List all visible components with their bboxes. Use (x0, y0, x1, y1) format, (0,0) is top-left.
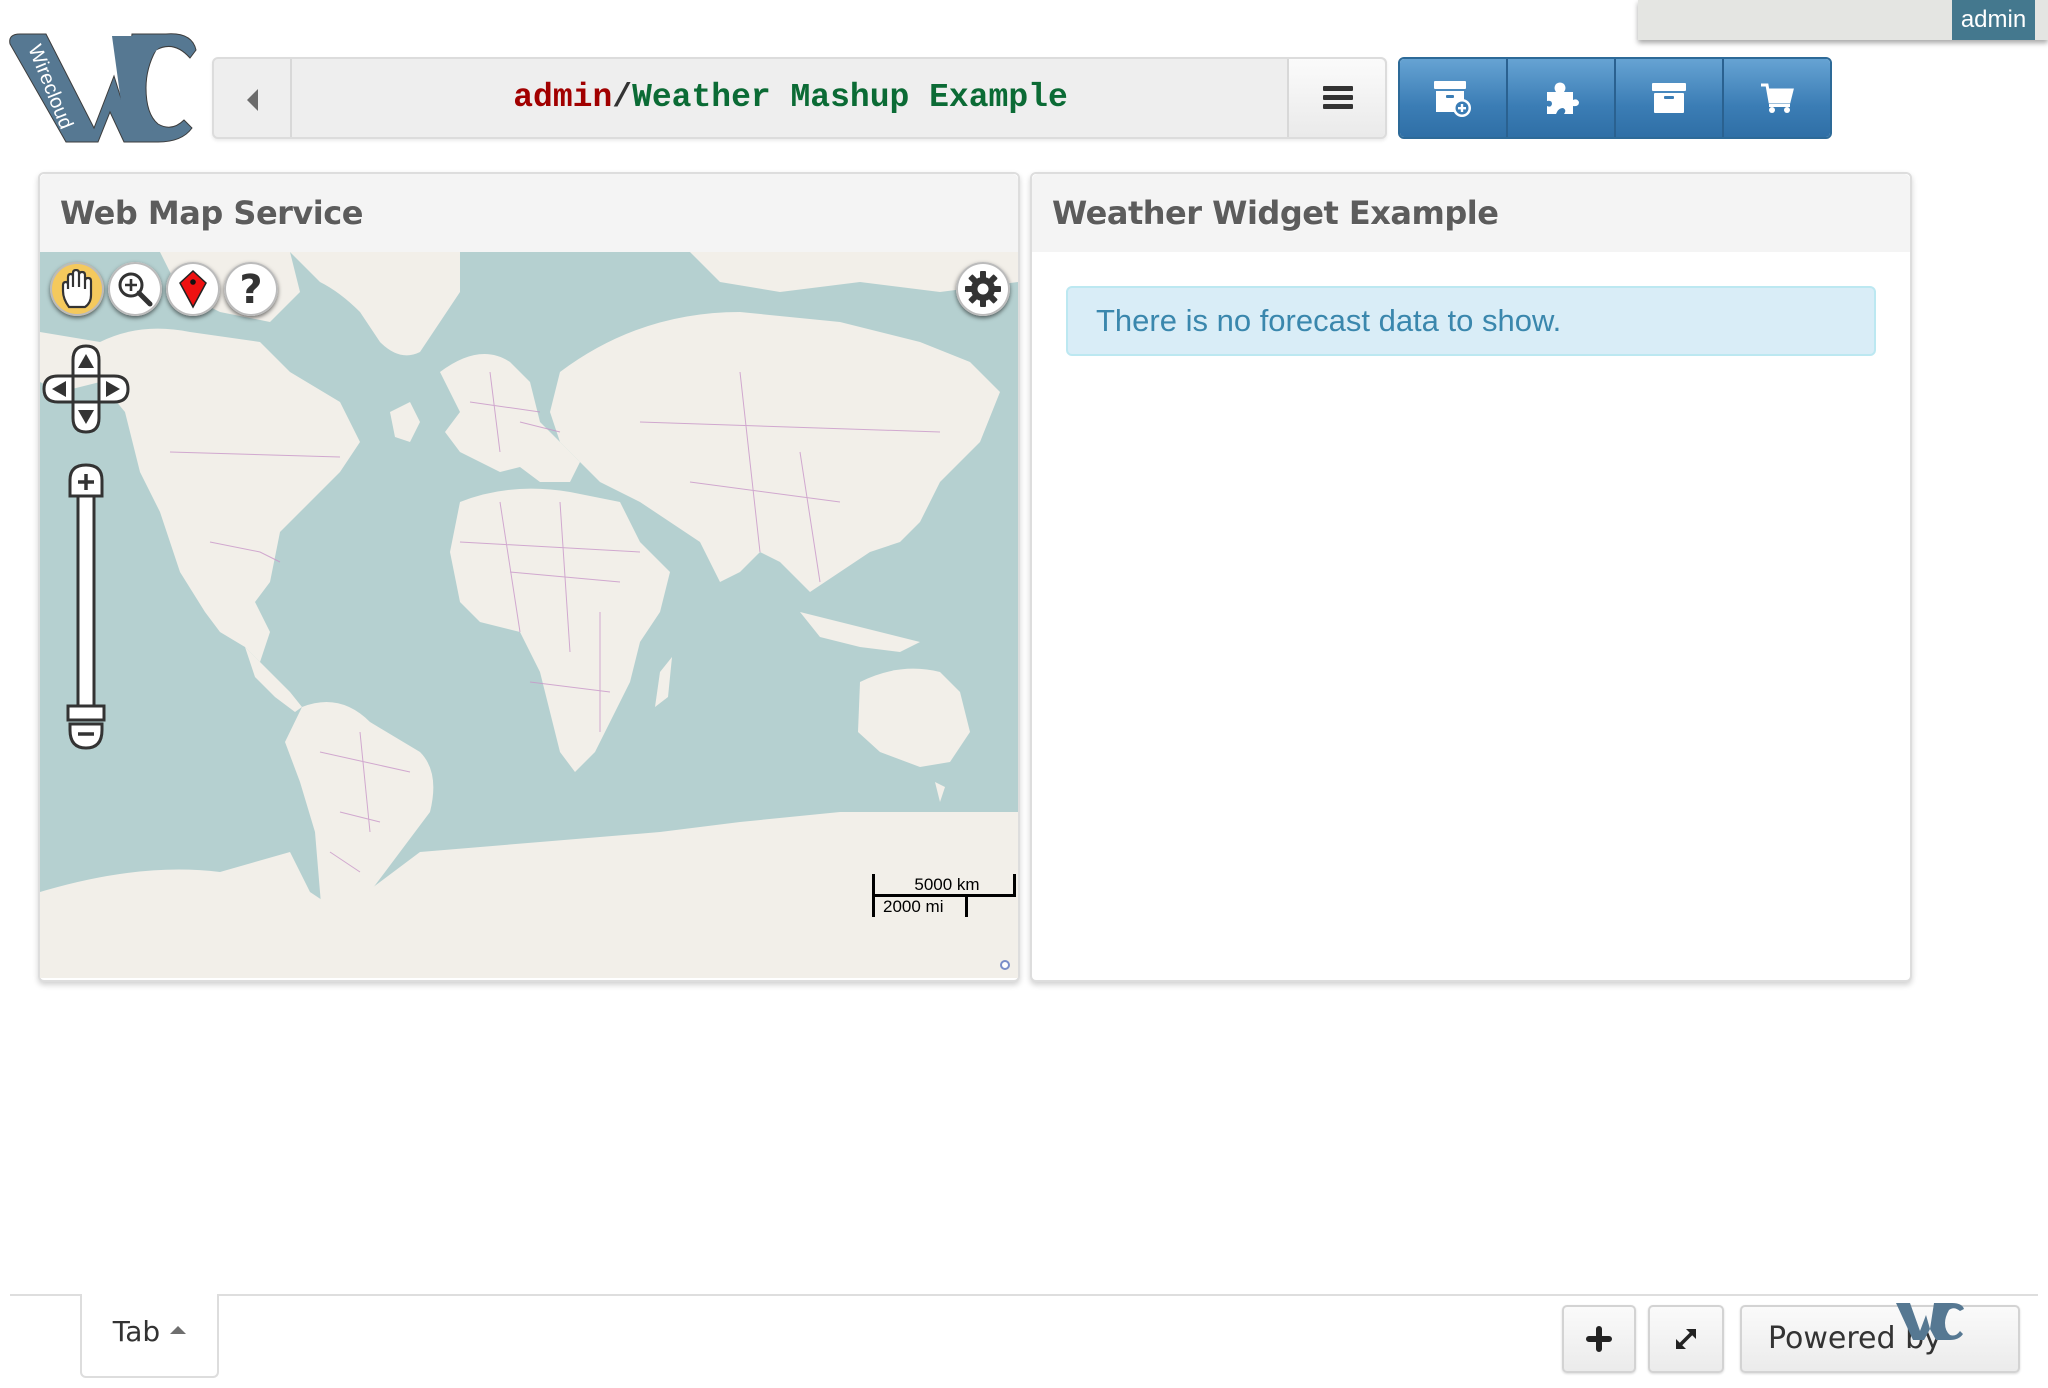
back-button[interactable] (214, 59, 292, 137)
powered-by-button[interactable]: Powered by (1740, 1303, 2020, 1373)
map-view[interactable]: ? 5000 km 2000 mi (40, 252, 1018, 978)
no-forecast-alert: There is no forecast data to show. (1066, 286, 1876, 356)
zoom-box-tool-button[interactable] (108, 262, 162, 316)
map-scale-line: 5000 km 2000 mi (872, 874, 1016, 922)
pan-right-button[interactable] (97, 374, 130, 404)
workspace-menu-button[interactable] (1287, 59, 1385, 137)
svg-text:?: ? (239, 269, 262, 309)
workspace-name[interactable]: Weather Mashup Example (632, 79, 1068, 116)
shopping-cart-icon (1761, 83, 1794, 113)
widget-web-map-service: Web Map Service ? 5000 km 2000 mi (38, 172, 1020, 982)
attribution-icon[interactable] (1000, 960, 1010, 970)
question-icon: ? (239, 269, 262, 309)
tab-bar-divider (10, 1294, 2038, 1296)
wirecloud-logo[interactable]: Wirecloud (6, 28, 198, 146)
puzzle-icon (1547, 82, 1579, 114)
zoom-in-button[interactable] (68, 463, 104, 498)
widget-title[interactable]: Weather Widget Example (1032, 174, 1910, 252)
add-widget-button[interactable] (1400, 59, 1508, 137)
workspace-owner[interactable]: admin (513, 79, 612, 116)
map-toolbar: ? (50, 262, 278, 316)
pan-down-button[interactable] (71, 400, 101, 434)
expand-icon (1676, 1329, 1696, 1349)
tab-label: Tab (112, 1315, 161, 1348)
zoom-track[interactable] (76, 494, 96, 708)
hamburger-menu-icon (1323, 86, 1353, 110)
wirecloud-logo-icon (1896, 1303, 1964, 1340)
breadcrumb-separator: / (612, 79, 633, 116)
workspace-header: admin/Weather Mashup Example (212, 57, 1387, 139)
pan-controls (42, 344, 130, 434)
map-settings-button[interactable] (956, 262, 1010, 316)
map-marker-icon (179, 269, 207, 309)
widget-title[interactable]: Web Map Service (40, 174, 1018, 252)
fullscreen-button[interactable] (1648, 1305, 1724, 1373)
tab-tab[interactable]: Tab (80, 1294, 219, 1378)
plus-icon (1586, 1326, 1612, 1352)
wirecloud-logo-icon: Wirecloud (9, 33, 197, 143)
scale-metric: 5000 km (872, 874, 1016, 897)
marketplace-button[interactable] (1724, 59, 1830, 137)
caret-up-icon[interactable] (170, 1326, 187, 1334)
main-toolbar (1398, 57, 1832, 139)
add-tab-button[interactable] (1562, 1305, 1636, 1373)
caret-left-icon (247, 89, 258, 111)
user-bar: admin (1638, 0, 2048, 40)
world-map (40, 252, 1018, 978)
zoom-slider[interactable] (66, 462, 106, 752)
scale-imperial: 2000 mi (872, 897, 968, 917)
pan-left-button[interactable] (42, 374, 75, 404)
archive-icon (1652, 83, 1686, 113)
workspace-title: admin/Weather Mashup Example (294, 59, 1287, 137)
user-menu-button[interactable]: admin (1952, 0, 2035, 40)
wiring-button[interactable] (1508, 59, 1616, 137)
pan-tool-button[interactable] (50, 262, 104, 316)
widget-weather: Weather Widget Example There is no forec… (1030, 172, 1912, 982)
my-resources-button[interactable] (1616, 59, 1724, 137)
pan-up-button[interactable] (71, 344, 101, 378)
hand-icon (61, 269, 93, 309)
zoom-out-button[interactable] (68, 722, 104, 750)
archive-add-icon (1434, 81, 1471, 117)
marker-tool-button[interactable] (166, 262, 220, 316)
help-tool-button[interactable]: ? (224, 262, 278, 316)
gear-icon (965, 271, 1001, 307)
zoom-in-icon (118, 272, 153, 307)
zoom-slider-handle[interactable] (66, 704, 106, 722)
